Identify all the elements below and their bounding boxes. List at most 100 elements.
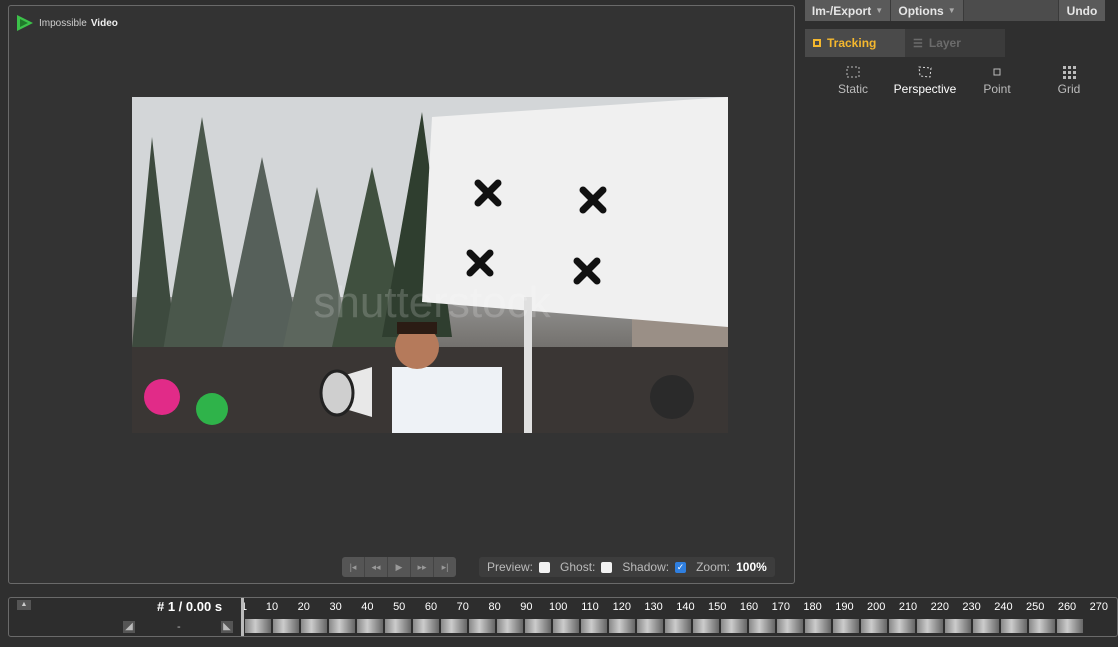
thumbnail-frame xyxy=(1029,619,1055,633)
timeline-tick: 100 xyxy=(549,601,568,613)
timeline-tick: 10 xyxy=(265,601,279,613)
timeline-tick: 40 xyxy=(361,601,374,613)
timeline-tick: 140 xyxy=(676,601,695,613)
thumbnail-frame xyxy=(833,619,859,633)
skip-start-icon: |◂ xyxy=(349,561,357,572)
options-label: Options xyxy=(898,3,944,18)
fast-forward-icon: ▸▸ xyxy=(417,561,427,572)
thumbnail-frame xyxy=(917,619,943,633)
logo-text-prefix: Impossible xyxy=(39,17,87,29)
panel-tabs: Tracking ☰ Layer xyxy=(805,29,1005,57)
track-type-static[interactable]: Static xyxy=(817,64,889,96)
logo-text-bold: Video xyxy=(90,17,118,29)
go-to-end-button[interactable]: ▸| xyxy=(434,557,456,577)
thumbnail-frame xyxy=(693,619,719,633)
thumbnail-frame xyxy=(609,619,635,633)
chevron-down-icon: ▼ xyxy=(947,6,956,15)
timeline-tick: 90 xyxy=(520,601,533,613)
thumbnail-frame xyxy=(945,619,971,633)
timeline-tick: 270 xyxy=(1089,601,1108,613)
thumbnail-frame xyxy=(581,619,607,633)
set-in-point-button[interactable]: ◢ xyxy=(123,621,135,633)
preview-checkbox[interactable] xyxy=(539,561,551,573)
timeline-tick: 130 xyxy=(644,601,663,613)
timeline-tick: 260 xyxy=(1057,601,1077,613)
play-button[interactable]: ▶ xyxy=(388,557,411,577)
track-type-perspective[interactable]: Perspective xyxy=(889,64,961,96)
shadow-checkbox[interactable]: ✓ xyxy=(675,561,687,573)
ghost-label: Ghost: xyxy=(560,560,596,574)
video-frame[interactable]: shutterstock xyxy=(132,97,728,433)
timeline-tick: 230 xyxy=(962,601,981,613)
corner-left-icon: ◢ xyxy=(125,621,133,632)
point-track-icon xyxy=(993,68,1001,76)
track-type-perspective-label: Perspective xyxy=(893,82,957,96)
track-type-grid[interactable]: Grid xyxy=(1033,64,1105,96)
timeline-ruler[interactable]: 1 10 20 30 40 50 60 70 80 90 100 110 120 130 140 150 160… xyxy=(241,598,1111,616)
thumbnail-frame xyxy=(553,619,579,633)
timeline-tick: 210 xyxy=(898,601,918,613)
set-out-point-button[interactable]: ◣ xyxy=(221,621,233,633)
go-to-start-button[interactable]: |◂ xyxy=(342,557,365,577)
preview-label: Preview: xyxy=(487,560,534,574)
thumbnail-frame xyxy=(301,619,327,633)
timeline-tick: 150 xyxy=(708,601,727,613)
chevron-down-icon: ▼ xyxy=(875,6,884,15)
track-type-point-label: Point xyxy=(983,82,1011,96)
tab-layer-label: Layer xyxy=(928,36,961,50)
thumbnail-frame xyxy=(665,619,691,633)
play-icon: ▶ xyxy=(395,561,403,572)
timeline-tick: 240 xyxy=(994,601,1013,613)
thumbnail-frame xyxy=(721,619,747,633)
zoom-value[interactable]: 100% xyxy=(736,560,767,574)
video-scene: shutterstock xyxy=(132,97,728,433)
undo-button[interactable]: Undo xyxy=(1059,0,1105,21)
layer-lines-icon: ☰ xyxy=(913,37,923,50)
thumbnail-frame xyxy=(497,619,523,633)
thumbnail-frame xyxy=(805,619,831,633)
import-export-label: Im-/Export xyxy=(811,3,872,18)
track-type-selector: Static Perspective Point Grid xyxy=(817,64,1105,100)
tab-layer[interactable]: ☰ Layer xyxy=(905,29,1005,57)
thumbnail-frame xyxy=(245,619,271,633)
corner-right-icon: ◣ xyxy=(223,621,231,632)
track-type-point[interactable]: Point xyxy=(961,64,1033,96)
timeline-tick: 50 xyxy=(393,601,406,613)
timeline-tick: 110 xyxy=(581,601,599,613)
thumbnail-frame xyxy=(525,619,551,633)
step-forward-button[interactable]: ▸▸ xyxy=(411,557,434,577)
timeline-tick: 70 xyxy=(456,601,469,613)
options-menu[interactable]: Options ▼ xyxy=(891,0,964,21)
timeline-tick: 170 xyxy=(771,601,790,613)
timeline-tick: 220 xyxy=(930,601,949,613)
thumbnail-frame xyxy=(889,619,915,633)
thumbnail-frame xyxy=(273,619,299,633)
thumbnail-frame xyxy=(1057,619,1083,633)
thumbnail-strip[interactable] xyxy=(245,619,1111,633)
zoom-label: Zoom: xyxy=(696,560,731,574)
timeline-tick: 180 xyxy=(803,601,822,613)
chevron-up-icon: ▲ xyxy=(20,601,28,608)
menu-spacer xyxy=(964,0,1059,21)
timeline-expand-button[interactable]: ▲ xyxy=(17,600,31,610)
ghost-checkbox[interactable] xyxy=(601,561,613,573)
thumbnail-frame xyxy=(469,619,495,633)
thumbnail-frame xyxy=(329,619,355,633)
frame-readout: # 1 / 0.00 s xyxy=(157,599,223,614)
viewer-options: Preview: Ghost: Shadow: ✓ Zoom: 100% xyxy=(479,557,775,577)
tab-tracking[interactable]: Tracking xyxy=(805,29,905,57)
rewind-icon: ◂◂ xyxy=(371,561,381,572)
thumbnail-frame xyxy=(413,619,439,633)
top-menu-bar: Im-/Export ▼ Options ▼ Undo xyxy=(805,0,1105,21)
transport-controls: |◂ ◂◂ ▶ ▸▸ ▸| xyxy=(342,557,456,577)
range-readout: - xyxy=(177,621,181,633)
step-back-button[interactable]: ◂◂ xyxy=(365,557,388,577)
tracking-square-icon xyxy=(813,39,821,47)
timeline-tick: 160 xyxy=(739,601,759,613)
timeline-tick: 250 xyxy=(1026,601,1045,613)
import-export-menu[interactable]: Im-/Export ▼ xyxy=(805,0,891,21)
track-type-static-label: Static xyxy=(837,82,868,96)
thumbnail-frame xyxy=(637,619,663,633)
playhead-handle[interactable] xyxy=(241,598,244,636)
static-track-icon xyxy=(846,66,860,78)
